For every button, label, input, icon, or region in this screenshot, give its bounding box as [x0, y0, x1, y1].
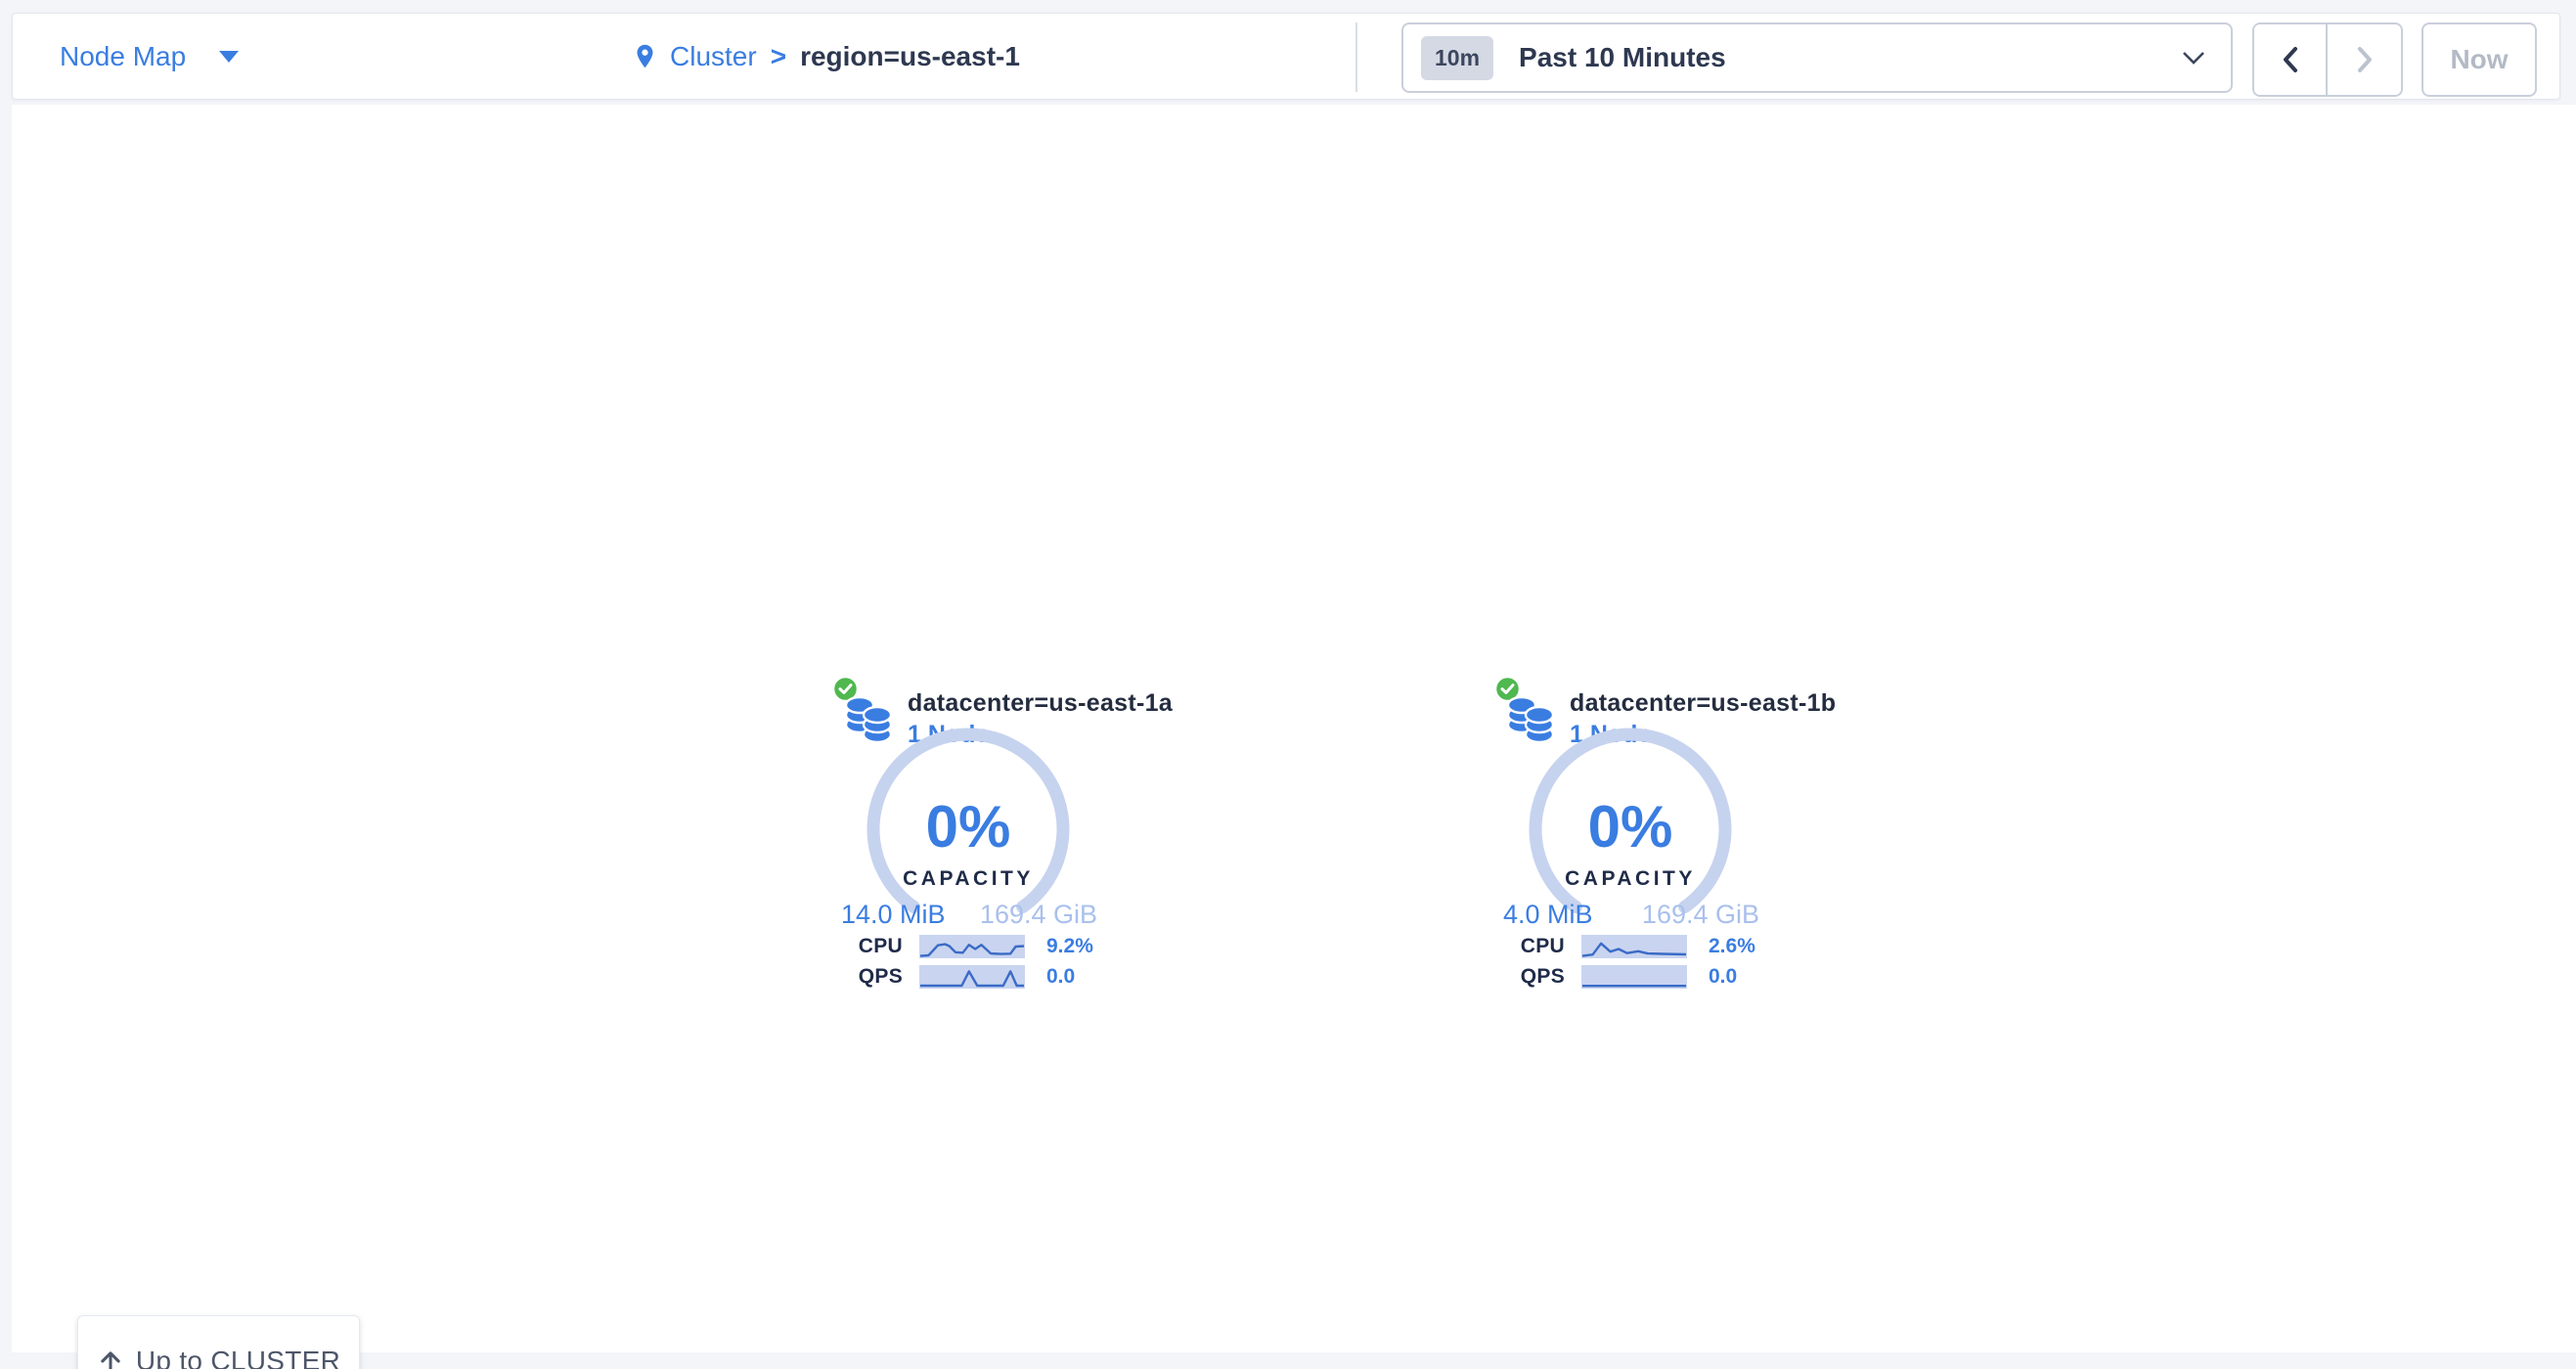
capacity-label: CAPACITY: [1523, 867, 1738, 891]
chevron-right-icon: [2355, 45, 2375, 74]
capacity-percentage: 0%: [861, 798, 1076, 857]
up-to-cluster-button[interactable]: Up to CLUSTER: [77, 1315, 360, 1369]
capacity-values: 14.0 MiB 169.4 GiB: [841, 900, 1097, 930]
metric-label: CPU: [1490, 935, 1565, 958]
breadcrumb-separator: >: [771, 41, 786, 72]
metric-row-qps: QPS 0.0: [1490, 965, 1911, 989]
chevron-left-icon: [2281, 45, 2300, 74]
view-selector-label: Node Map: [60, 41, 186, 72]
now-button[interactable]: Now: [2421, 22, 2537, 97]
metric-value: 0.0: [1709, 965, 1737, 989]
up-to-cluster-label: Up to CLUSTER: [136, 1346, 340, 1369]
arrow-up-icon: [97, 1347, 124, 1369]
qps-sparkline: [919, 965, 1025, 989]
header-divider: [1355, 22, 1357, 92]
metric-row-qps: QPS 0.0: [828, 965, 1249, 989]
caret-down-icon: [219, 51, 239, 63]
time-range-label: Past 10 Minutes: [1519, 42, 1726, 73]
view-selector[interactable]: Node Map: [60, 14, 239, 99]
capacity-total: 169.4 GiB: [980, 900, 1097, 930]
breadcrumb-current: region=us-east-1: [800, 41, 1020, 72]
capacity-label: CAPACITY: [861, 867, 1076, 891]
cpu-sparkline: [919, 935, 1025, 958]
metric-value: 2.6%: [1709, 935, 1755, 958]
cpu-sparkline: [1581, 935, 1687, 958]
capacity-used: 4.0 MiB: [1503, 900, 1593, 930]
locality-title: datacenter=us-east-1a: [908, 689, 1173, 718]
locality-title: datacenter=us-east-1b: [1570, 689, 1836, 718]
qps-sparkline: [1581, 965, 1687, 989]
metrics-block: CPU 2.6% QPS 0.0: [1490, 935, 1911, 989]
metric-value: 9.2%: [1046, 935, 1093, 958]
metrics-block: CPU 9.2% QPS 0.0: [828, 935, 1249, 989]
metric-label: QPS: [1490, 965, 1565, 989]
metric-label: QPS: [828, 965, 903, 989]
header-bar: Node Map Cluster > region=us-east-1 10m …: [12, 13, 2560, 100]
time-range-selector[interactable]: 10m Past 10 Minutes: [1401, 22, 2233, 93]
metric-row-cpu: CPU 2.6%: [1490, 935, 1911, 958]
prev-time-button[interactable]: [2254, 24, 2328, 95]
breadcrumb: Cluster > region=us-east-1: [632, 14, 1020, 99]
capacity-used: 14.0 MiB: [841, 900, 946, 930]
time-step-group: [2252, 22, 2403, 97]
location-pin-icon: [632, 40, 658, 72]
locality-card-us-east-1a[interactable]: datacenter=us-east-1a 1 Node 0% CAPACITY…: [828, 675, 1249, 1012]
capacity-percentage: 0%: [1523, 798, 1738, 857]
next-time-button[interactable]: [2328, 24, 2401, 95]
metric-value: 0.0: [1046, 965, 1075, 989]
breadcrumb-cluster-link[interactable]: Cluster: [670, 41, 757, 72]
metric-label: CPU: [828, 935, 903, 958]
capacity-values: 4.0 MiB 169.4 GiB: [1503, 900, 1759, 930]
locality-card-us-east-1b[interactable]: datacenter=us-east-1b 1 Node 0% CAPACITY…: [1490, 675, 1911, 1012]
time-range-badge: 10m: [1421, 36, 1493, 80]
metric-row-cpu: CPU 9.2%: [828, 935, 1249, 958]
node-map-canvas: datacenter=us-east-1a 1 Node 0% CAPACITY…: [12, 105, 2576, 1352]
chevron-down-icon: [2182, 51, 2205, 65]
capacity-total: 169.4 GiB: [1642, 900, 1759, 930]
